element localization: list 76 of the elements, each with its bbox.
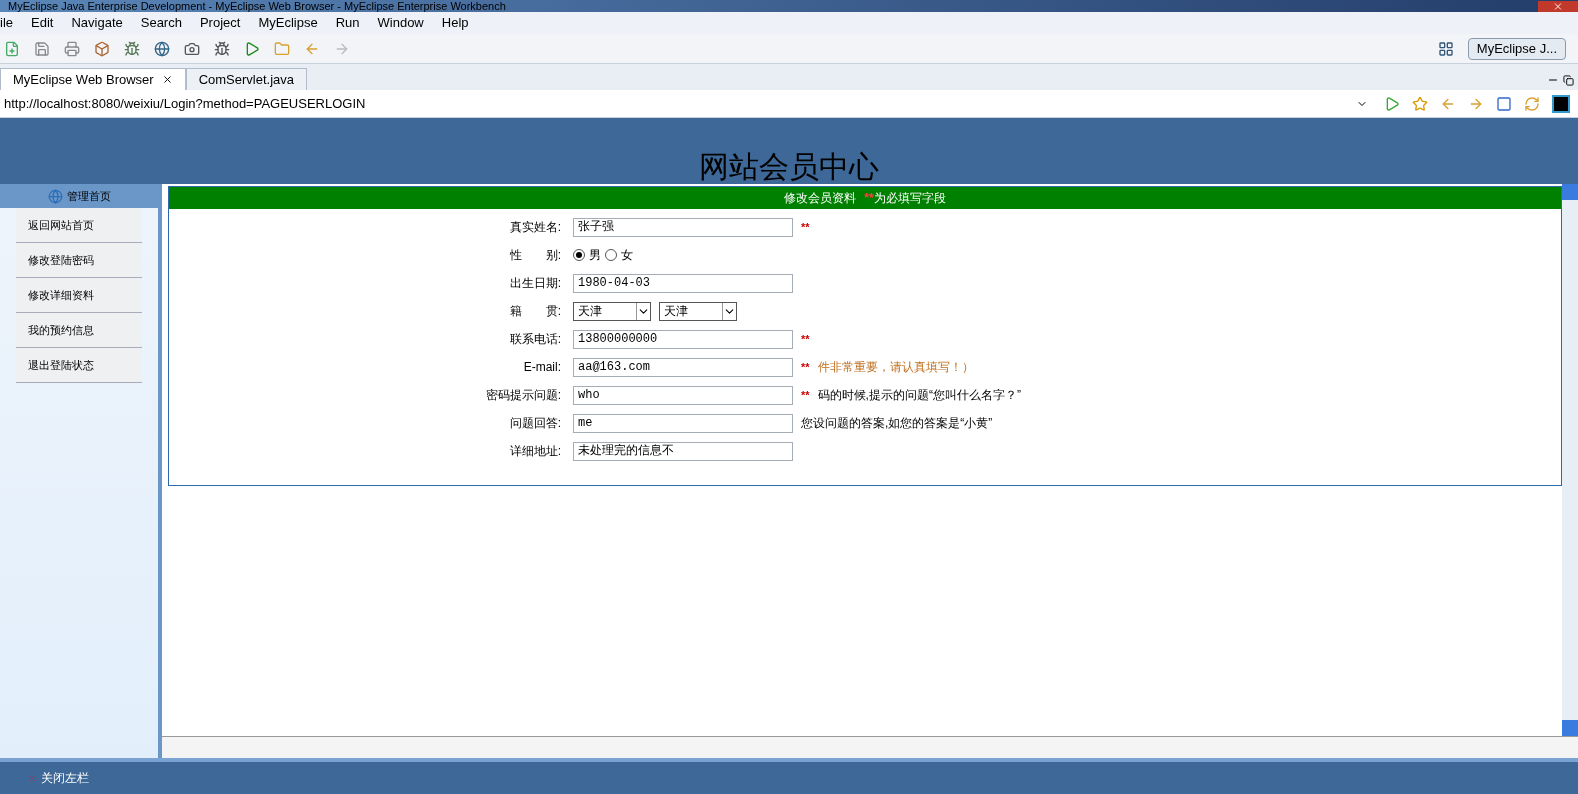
menu-item[interactable]: Navigate [71, 13, 123, 33]
field-hint: 码的时候,提示的问题“您叫什么名字？” [817, 387, 1021, 404]
save-icon[interactable] [34, 40, 50, 57]
restore-icon [1563, 75, 1574, 86]
field-label: 籍 贯: [508, 303, 562, 320]
sidebar-item[interactable]: 退出登陆状态 [16, 348, 142, 383]
field-hint: 件非常重要，请认真填写！） [817, 359, 974, 376]
form-title-note: 为必填写字段 [873, 190, 946, 207]
field-label: E-mail: [522, 359, 562, 376]
sidebar-item[interactable]: 返回网站首页 [16, 208, 142, 243]
globe-icon[interactable] [154, 40, 170, 57]
dropdown[interactable]: 天津 [659, 301, 737, 321]
menu-item[interactable]: Run [335, 13, 360, 33]
required-mark: ** [864, 190, 874, 207]
dropdown-arrow-icon [636, 302, 650, 320]
field-label: 真实姓名: [508, 219, 562, 236]
debug-icon[interactable] [214, 40, 230, 57]
refresh-icon[interactable] [1524, 95, 1540, 112]
field-label: 联系电话: [508, 331, 562, 348]
required-mark: ** [801, 219, 810, 235]
sidebar-item[interactable]: 我的预约信息 [16, 313, 142, 348]
radio-label: 男 [589, 247, 601, 264]
radio-button[interactable] [573, 249, 585, 261]
perspective-button[interactable]: MyEclipse J... [1467, 37, 1566, 60]
form-title: 修改会员资料 [784, 190, 857, 207]
menu-item[interactable]: Window [377, 13, 424, 33]
menu-item[interactable]: Project [199, 13, 241, 33]
menu-item[interactable]: MyEclipse [258, 13, 318, 33]
field-label: 密码提示问题: [484, 387, 562, 404]
required-mark: ** [801, 359, 810, 375]
input-field[interactable]: 1980-04-03 [573, 273, 793, 293]
field-label: 性 别: [508, 247, 562, 264]
sidebar-item[interactable]: 修改登陆密码 [16, 243, 142, 278]
window-title: MyEclipse Java Enterprise Development - MyEclipse Web Browser - MyEclipse Enterprise Workbench [7, 1, 506, 12]
field-hint: 您设问题的答案,如您的答案是“小黄” [801, 415, 993, 432]
menu-item[interactable]: Search [140, 13, 182, 33]
run-icon[interactable] [244, 40, 260, 57]
dark-square-icon [1552, 94, 1570, 113]
sidebar-title: 管理首页 [66, 188, 111, 204]
bug-icon[interactable] [124, 40, 140, 57]
menu-item[interactable]: Help [441, 13, 469, 33]
page-heading: 网站会员中心 [699, 150, 879, 184]
radio-label: 女 [621, 247, 633, 264]
go-icon[interactable] [1384, 95, 1400, 112]
field-label: 详细地址: [508, 443, 562, 460]
dropdown[interactable]: 天津 [573, 301, 651, 321]
input-field[interactable]: 13800000000 [573, 329, 793, 349]
close-icon [28, 773, 37, 783]
close-sidebar-link[interactable]: 关闭左栏 [41, 769, 89, 787]
stop-icon[interactable] [1496, 95, 1512, 112]
required-mark: ** [801, 331, 810, 347]
field-label: 问题回答: [508, 415, 562, 432]
input-field[interactable]: 未处理完的信息不 [573, 441, 793, 461]
perspective-icon[interactable] [1437, 40, 1454, 57]
menu-item[interactable]: ile [0, 13, 13, 33]
cube-icon[interactable] [94, 40, 110, 57]
new-file-icon[interactable] [4, 40, 20, 57]
editor-tab[interactable]: MyEclipse Web Browser [0, 68, 186, 90]
print-icon[interactable] [64, 40, 80, 57]
input-field[interactable]: who [573, 385, 793, 405]
sidebar-item[interactable]: 修改详细资料 [16, 278, 142, 313]
close-icon [161, 74, 173, 85]
input-field[interactable]: me [573, 413, 793, 433]
close-icon [1538, 1, 1578, 12]
editor-tab[interactable]: ComServlet.java [185, 68, 307, 90]
required-mark: ** [801, 387, 810, 403]
menu-item[interactable]: Edit [31, 13, 54, 33]
radio-button[interactable] [605, 249, 617, 261]
folder-icon[interactable] [274, 40, 290, 57]
dropdown-arrow-icon [722, 302, 736, 320]
star-icon[interactable] [1412, 95, 1428, 112]
camera-icon[interactable] [184, 40, 200, 57]
globe-icon [47, 188, 63, 204]
field-label: 出生日期: [508, 275, 562, 292]
input-field[interactable]: aa@163.com [573, 357, 793, 377]
input-field[interactable]: 张子强 [573, 217, 793, 237]
